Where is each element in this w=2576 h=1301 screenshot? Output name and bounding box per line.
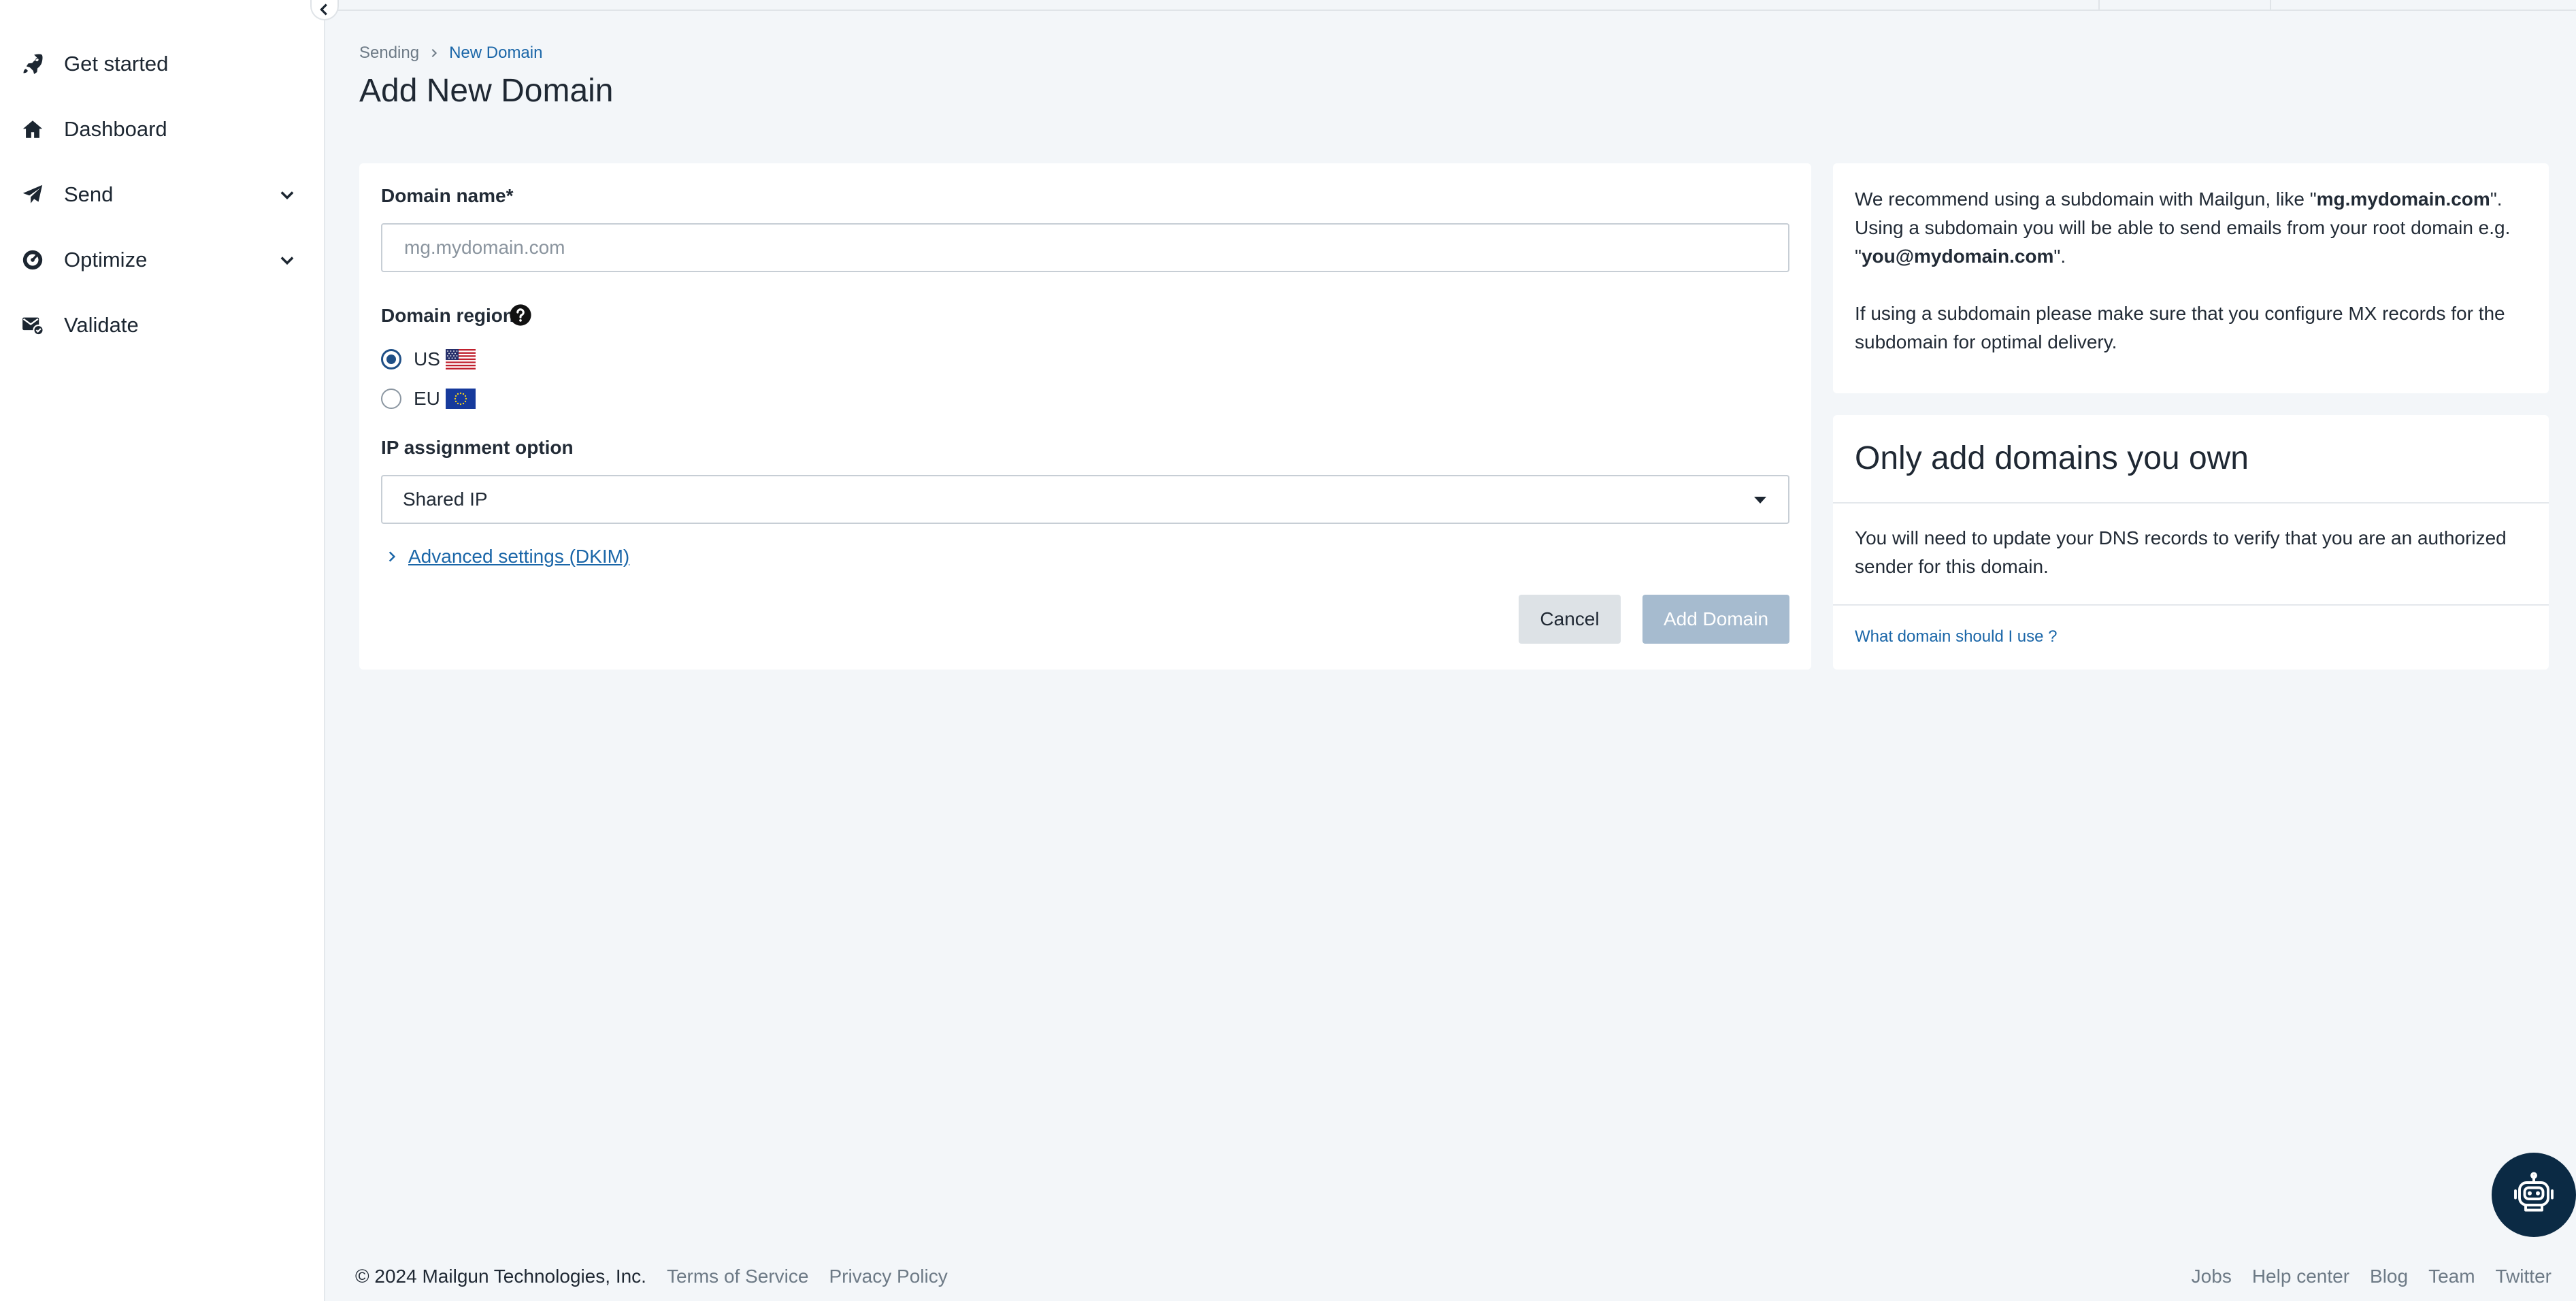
region-option-us[interactable]: US — [381, 348, 476, 370]
chevron-down-icon[interactable] — [278, 185, 297, 204]
footer-link-twitter[interactable]: Twitter — [2496, 1266, 2552, 1287]
sidebar-item-send[interactable]: Send — [0, 162, 324, 227]
chevron-right-icon — [431, 48, 437, 58]
sidebar-item-validate[interactable]: Validate — [0, 293, 324, 358]
add-domain-form: Domain name* Domain region US EU — [359, 163, 1811, 670]
breadcrumb-item-sending[interactable]: Sending — [359, 44, 419, 63]
top-bar-divider — [2098, 0, 2100, 10]
chevron-right-icon — [389, 551, 396, 562]
region-option-label: EU — [414, 388, 440, 409]
footer-link-team[interactable]: Team — [2428, 1266, 2475, 1287]
gauge-icon — [19, 246, 46, 274]
domain-region-label: Domain region — [381, 305, 515, 326]
subdomain-recommendation-card: We recommend using a subdomain with Mail… — [1833, 163, 2549, 393]
copyright: © 2024 Mailgun Technologies, Inc. — [355, 1266, 646, 1287]
own-domains-text: You will need to update your DNS records… — [1855, 527, 2507, 577]
ip-assignment-value: Shared IP — [403, 489, 488, 510]
sidebar-item-get-started[interactable]: Get started — [0, 31, 324, 97]
rocket-icon — [19, 50, 46, 78]
domain-name-input[interactable] — [381, 223, 1789, 272]
sidebar-item-label: Validate — [64, 313, 139, 337]
home-icon — [19, 116, 46, 143]
footer-link-jobs[interactable]: Jobs — [2192, 1266, 2232, 1287]
sidebar-item-label: Get started — [64, 52, 169, 76]
footer-link-blog[interactable]: Blog — [2370, 1266, 2408, 1287]
sidebar-item-optimize[interactable]: Optimize — [0, 227, 324, 293]
what-domain-link[interactable]: What domain should I use ? — [1855, 627, 2058, 646]
add-domain-button[interactable]: Add Domain — [1642, 595, 1789, 644]
divider — [1833, 604, 2549, 606]
us-flag-icon — [445, 349, 476, 369]
breadcrumb: Sending New Domain — [359, 44, 542, 63]
sidebar-item-label: Dashboard — [64, 117, 167, 141]
chatbot-button[interactable] — [2492, 1153, 2576, 1237]
sidebar-nav: Get started Dashboard Send Optimize Vali… — [0, 31, 324, 358]
cancel-button[interactable]: Cancel — [1519, 595, 1621, 644]
page-title: Add New Domain — [359, 73, 614, 109]
advanced-settings-toggle[interactable]: Advanced settings (DKIM) — [385, 546, 629, 567]
robot-icon — [2514, 1172, 2554, 1212]
domain-name-label: Domain name* — [381, 185, 514, 206]
footer-right: Jobs Help center Blog Team Twitter — [2171, 1266, 2552, 1287]
ip-assignment-label: IP assignment option — [381, 437, 574, 458]
breadcrumb-item-current[interactable]: New Domain — [449, 44, 542, 63]
own-domains-title: Only add domains you own — [1855, 440, 2249, 476]
footer-left: © 2024 Mailgun Technologies, Inc. Terms … — [355, 1266, 948, 1287]
caret-down-icon — [1754, 497, 1766, 504]
footer-link-terms[interactable]: Terms of Service — [667, 1266, 809, 1287]
sidebar-item-dashboard[interactable]: Dashboard — [0, 97, 324, 162]
advanced-settings-link[interactable]: Advanced settings (DKIM) — [408, 546, 629, 567]
chevron-left-icon — [320, 3, 327, 16]
recommendation-text: We recommend using a subdomain with Mail… — [1855, 188, 2511, 267]
top-bar-divider — [2270, 0, 2271, 10]
mx-records-text: If using a subdomain please make sure th… — [1855, 303, 2505, 352]
footer-link-privacy[interactable]: Privacy Policy — [829, 1266, 947, 1287]
region-option-label: US — [414, 348, 440, 369]
footer-link-help-center[interactable]: Help center — [2252, 1266, 2349, 1287]
region-eu-radio[interactable] — [381, 389, 401, 409]
envelope-check-icon — [19, 312, 46, 339]
divider — [1833, 502, 2549, 504]
example-email: you@mydomain.com — [1861, 246, 2054, 267]
ip-assignment-select[interactable]: Shared IP — [381, 475, 1789, 524]
paper-plane-icon — [19, 181, 46, 208]
sidebar-item-label: Optimize — [64, 248, 148, 271]
sidebar-item-label: Send — [64, 182, 114, 206]
sidebar: Get started Dashboard Send Optimize Vali… — [0, 0, 325, 1301]
region-us-radio[interactable] — [381, 349, 401, 369]
own-domains-card: Only add domains you own You will need t… — [1833, 415, 2549, 670]
example-subdomain: mg.mydomain.com — [2316, 188, 2490, 210]
question-circle-icon[interactable] — [509, 303, 532, 327]
chevron-down-icon[interactable] — [278, 250, 297, 269]
top-bar — [327, 0, 2576, 11]
eu-flag-icon — [445, 389, 476, 409]
region-option-eu[interactable]: EU — [381, 388, 476, 410]
